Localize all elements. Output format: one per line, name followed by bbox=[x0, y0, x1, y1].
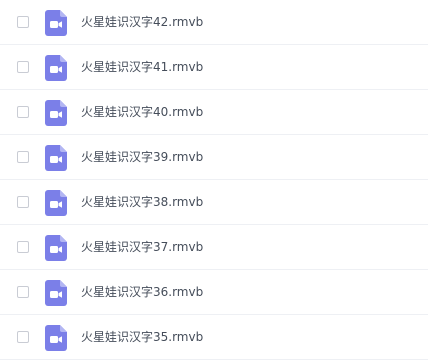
row-checkbox[interactable] bbox=[17, 61, 29, 73]
row-checkbox[interactable] bbox=[17, 286, 29, 298]
row-checkbox[interactable] bbox=[17, 196, 29, 208]
file-name[interactable]: 火星娃识汉字41.rmvb bbox=[81, 58, 203, 75]
video-file-icon bbox=[45, 235, 67, 261]
file-name[interactable]: 火星娃识汉字40.rmvb bbox=[81, 103, 203, 120]
file-row[interactable]: 火星娃识汉字38.rmvb bbox=[0, 180, 428, 225]
file-name[interactable]: 火星娃识汉字38.rmvb bbox=[81, 193, 203, 210]
file-row[interactable]: 火星娃识汉字35.rmvb bbox=[0, 315, 428, 360]
video-file-icon bbox=[45, 55, 67, 81]
file-name[interactable]: 火星娃识汉字36.rmvb bbox=[81, 283, 203, 300]
row-checkbox[interactable] bbox=[17, 331, 29, 343]
file-row[interactable]: 火星娃识汉字36.rmvb bbox=[0, 270, 428, 315]
row-checkbox[interactable] bbox=[17, 241, 29, 253]
file-row[interactable]: 火星娃识汉字40.rmvb bbox=[0, 90, 428, 135]
video-file-icon bbox=[45, 325, 67, 351]
file-row[interactable]: 火星娃识汉字41.rmvb bbox=[0, 45, 428, 90]
file-name[interactable]: 火星娃识汉字39.rmvb bbox=[81, 148, 203, 165]
file-row[interactable]: 火星娃识汉字37.rmvb bbox=[0, 225, 428, 270]
row-checkbox[interactable] bbox=[17, 106, 29, 118]
video-file-icon bbox=[45, 10, 67, 36]
row-checkbox[interactable] bbox=[17, 151, 29, 163]
video-file-icon bbox=[45, 100, 67, 126]
row-checkbox[interactable] bbox=[17, 16, 29, 28]
video-file-icon bbox=[45, 145, 67, 171]
file-row[interactable]: 火星娃识汉字39.rmvb bbox=[0, 135, 428, 180]
file-name[interactable]: 火星娃识汉字37.rmvb bbox=[81, 238, 203, 255]
file-list: 火星娃识汉字42.rmvb 火星娃识汉字41.rmvb 火星娃识汉字40.rmv… bbox=[0, 0, 428, 360]
video-file-icon bbox=[45, 190, 67, 216]
file-name[interactable]: 火星娃识汉字42.rmvb bbox=[81, 13, 203, 30]
video-file-icon bbox=[45, 280, 67, 306]
file-row[interactable]: 火星娃识汉字42.rmvb bbox=[0, 0, 428, 45]
